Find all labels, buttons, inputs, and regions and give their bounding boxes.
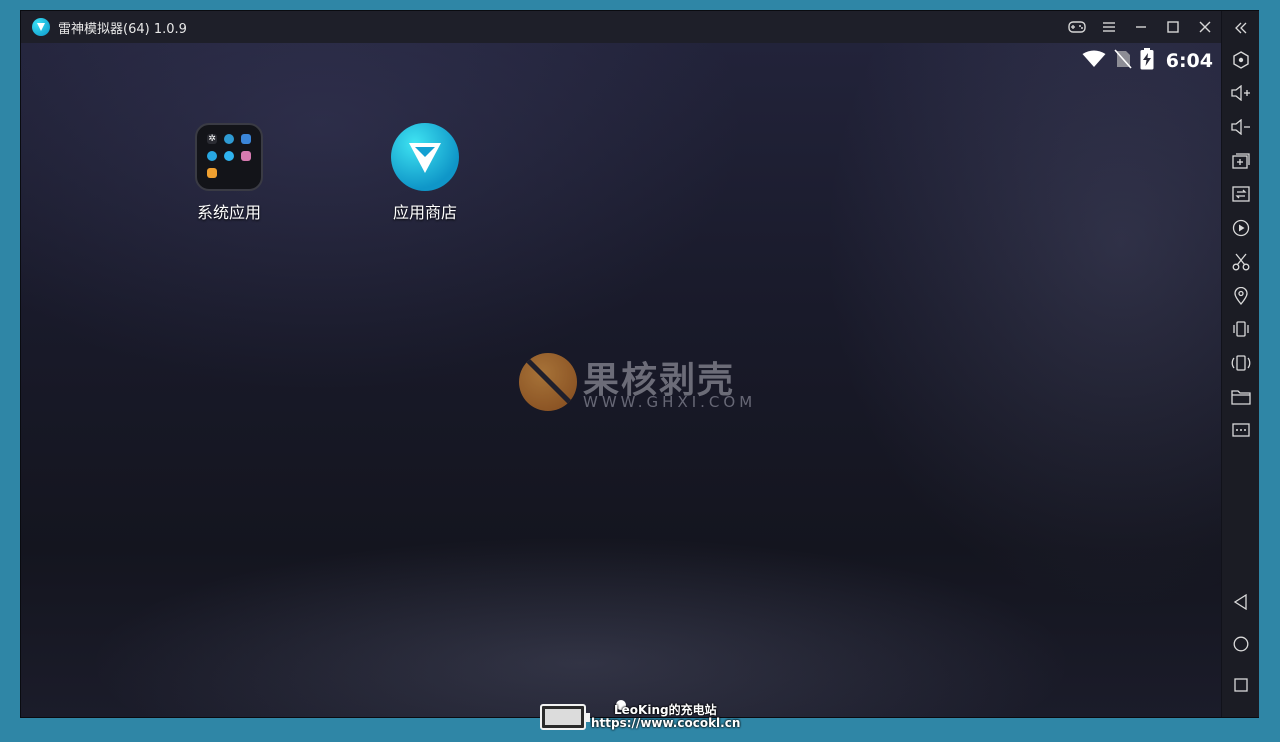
watermark-logo-icon [519,353,577,411]
desktop-icon-system-apps[interactable]: ✲ 系统应用 [179,123,279,223]
app-logo-icon [32,18,50,36]
location-icon[interactable] [1222,281,1260,311]
minimize-icon[interactable] [1125,11,1157,43]
watermark-subtitle: WWW.GHXI.COM [583,393,757,411]
tool-sidebar [1221,11,1259,717]
overlay-url: https://www.cocokl.cn [591,716,741,730]
shake-icon[interactable] [1222,314,1260,344]
more-icon[interactable] [1222,415,1260,445]
sync-icon[interactable] [1222,179,1260,209]
emulator-window: 雷神模拟器(64) 1.0.9 6:04 ✲ 系统应用 应用商店 果核剥壳 WW… [20,10,1259,718]
icon-label: 应用商店 [392,203,457,222]
folder-icon: ✲ [195,123,263,191]
recents-icon[interactable] [1222,670,1260,700]
battery-logo-icon [540,704,590,730]
watermark: 果核剥壳 WWW.GHXI.COM [519,351,779,415]
status-bar: 6:04 [1082,48,1213,74]
android-screen[interactable]: 6:04 ✲ 系统应用 应用商店 果核剥壳 WWW.GHXI.COM [21,43,1221,717]
desktop-icon-app-store[interactable]: 应用商店 [375,123,475,223]
maximize-icon[interactable] [1157,11,1189,43]
gamepad-icon[interactable] [1061,11,1093,43]
volume-up-icon[interactable] [1222,78,1260,108]
battery-charging-icon [1140,48,1154,74]
add-window-icon[interactable] [1222,146,1260,176]
wifi-icon [1082,50,1106,72]
app-store-icon [391,123,459,191]
collapse-icon[interactable] [1222,13,1260,43]
no-sim-icon [1114,49,1132,73]
icon-label: 系统应用 [196,203,261,222]
menu-icon[interactable] [1093,11,1125,43]
rotate-icon[interactable] [1222,348,1260,378]
home-icon[interactable] [1222,629,1260,659]
settings-hex-icon[interactable] [1222,45,1260,75]
close-icon[interactable] [1189,11,1221,43]
volume-down-icon[interactable] [1222,112,1260,142]
back-icon[interactable] [1222,587,1260,617]
watermark-overlay: LeoKing的充电站 https://www.cocokl.cn [540,700,750,736]
record-icon[interactable] [1222,213,1260,243]
window-title: 雷神模拟器(64) 1.0.9 [58,21,187,37]
title-bar[interactable]: 雷神模拟器(64) 1.0.9 [21,11,1221,43]
clock: 6:04 [1165,50,1213,72]
scissors-icon[interactable] [1222,247,1260,277]
folder-icon[interactable] [1222,382,1260,412]
